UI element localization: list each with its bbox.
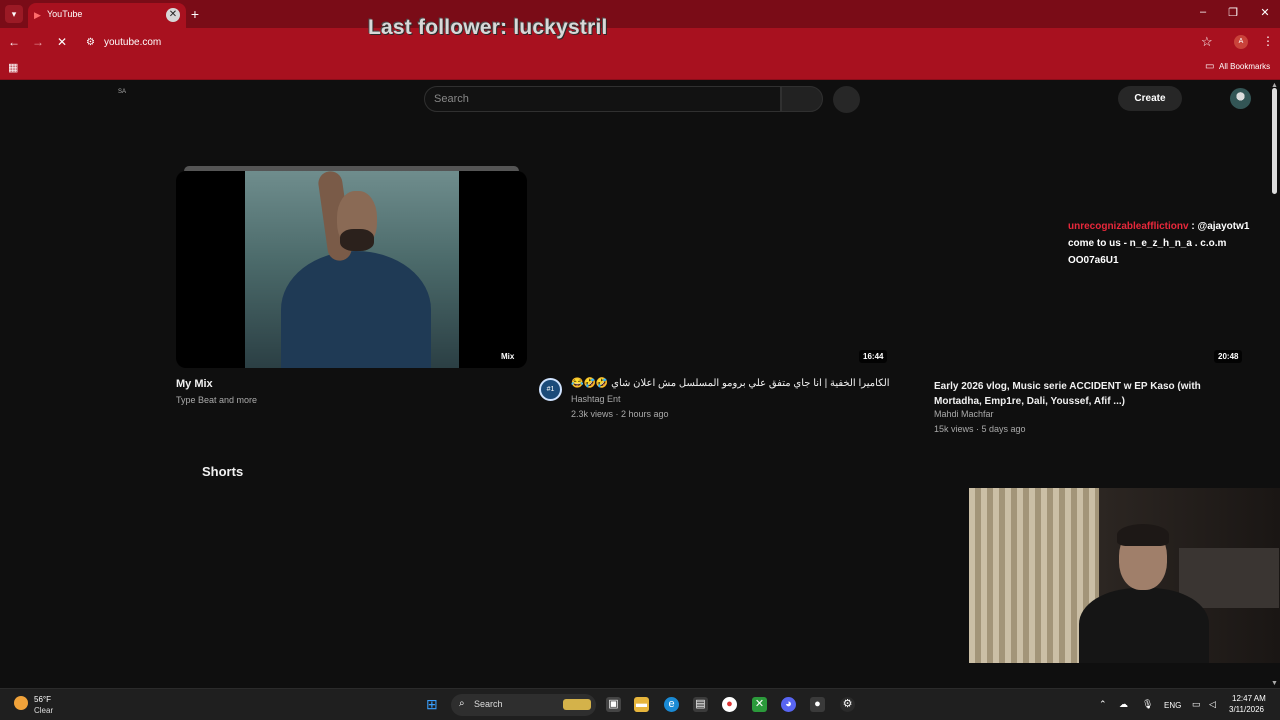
cam-body <box>1079 588 1209 663</box>
account-avatar[interactable] <box>1230 88 1251 109</box>
close-tab-icon[interactable]: ✕ <box>166 8 180 22</box>
minimize-icon[interactable]: – <box>1196 6 1210 18</box>
cam-hair <box>1117 524 1169 546</box>
mix-badge: Mix <box>497 350 519 363</box>
windows-taskbar: 56°F Clear ⊞ ⌕ Search ▣ ▬ e ▤ ● ✕ ◕ ● ⚙ … <box>0 688 1280 720</box>
video-thumbnail-2[interactable]: 16:44 <box>539 171 890 368</box>
video-subtitle: Type Beat and more <box>176 395 258 405</box>
microphone-icon[interactable]: 🎙 <box>1142 699 1153 710</box>
chrome-active-icon[interactable]: ● <box>810 697 825 712</box>
stop-loading-icon[interactable]: ✕ <box>55 35 69 49</box>
thumbnail-photo <box>245 171 459 368</box>
tray-chevron-icon[interactable]: ⌃ <box>1099 699 1107 710</box>
windows-start-icon[interactable]: ⊞ <box>426 697 441 712</box>
chat-text-3: OO07a6U1 <box>1068 255 1119 266</box>
site-info-icon[interactable]: ⚙ <box>86 37 95 48</box>
tab-youtube[interactable]: ▶ YouTube ✕ <box>28 3 186 28</box>
scrollbar-thumb[interactable] <box>1272 88 1277 194</box>
clock-date[interactable]: 3/11/2026 <box>1229 705 1264 714</box>
create-button[interactable]: Create <box>1118 86 1182 111</box>
video-thumbnail-3[interactable]: 20:48 <box>934 171 1254 368</box>
voice-search-icon[interactable] <box>833 86 860 113</box>
search-icon: ⌕ <box>459 698 465 709</box>
photo-beard <box>340 229 374 251</box>
video-meta: 15k views · 5 days ago <box>934 424 1026 434</box>
task-view-icon[interactable]: ▣ <box>606 697 621 712</box>
bookmark-star-icon[interactable]: ☆ <box>1201 34 1213 50</box>
chat-username: unrecognizableafflictionv <box>1068 221 1189 232</box>
duration-badge: 16:44 <box>859 350 888 363</box>
file-explorer-icon[interactable]: ▬ <box>634 697 649 712</box>
chat-text-2: come to us - n_e_z_h_n_a . c.o.m <box>1068 238 1227 249</box>
address-bar[interactable] <box>78 31 1228 53</box>
weather-condition[interactable]: Clear <box>34 706 53 715</box>
channel-avatar[interactable]: #1 <box>539 378 562 401</box>
search-highlight-art <box>563 699 591 710</box>
screen: ▾ ▶ YouTube ✕ + – ❐ ✕ ← → ✕ ⚙ youtube.co… <box>0 0 1280 720</box>
duration-badge: 20:48 <box>1214 350 1243 363</box>
tab-title: YouTube <box>47 9 83 19</box>
search-button[interactable] <box>781 86 823 112</box>
clock-time[interactable]: 12:47 AM <box>1232 694 1266 703</box>
weather-icon[interactable] <box>14 696 28 710</box>
close-window-icon[interactable]: ✕ <box>1258 6 1272 19</box>
last-follower-overlay: Last follower: luckystril <box>368 16 608 39</box>
weather-temp[interactable]: 56°F <box>34 695 51 704</box>
store-icon[interactable]: ▤ <box>693 697 708 712</box>
video-meta: 2.3k views · 2 hours ago <box>571 409 669 419</box>
video-title[interactable]: Early 2026 vlog, Music serie ACCIDENT w … <box>934 379 1234 409</box>
profile-avatar-icon[interactable]: A <box>1234 35 1248 49</box>
url-text[interactable]: youtube.com <box>104 37 161 48</box>
back-icon[interactable]: ← <box>7 35 21 49</box>
settings-app-icon[interactable]: ⚙ <box>840 697 855 712</box>
video-thumbnail-mix[interactable]: Mix <box>176 171 527 368</box>
all-bookmarks-link[interactable]: All Bookmarks <box>1219 62 1270 71</box>
youtube-favicon-icon: ▶ <box>34 10 41 20</box>
edge-icon[interactable]: e <box>664 697 679 712</box>
country-code: SA <box>118 89 127 95</box>
webcam-overlay <box>969 488 1280 663</box>
taskbar-search[interactable]: ⌕ Search <box>451 694 596 716</box>
language-indicator[interactable]: ENG <box>1164 701 1181 710</box>
photo-body <box>281 251 431 368</box>
xbox-icon[interactable]: ✕ <box>752 697 767 712</box>
taskbar-search-label: Search <box>474 699 503 709</box>
restore-icon[interactable]: ❐ <box>1226 6 1240 19</box>
browser-tabstrip: ▾ ▶ YouTube ✕ + – ❐ ✕ <box>0 0 1280 28</box>
bookmarks-bar: ▦ ▭ <box>0 56 1280 80</box>
scroll-down-icon[interactable]: ▼ <box>1271 680 1278 687</box>
discord-icon[interactable]: ◕ <box>781 697 796 712</box>
network-icon[interactable]: ▭ <box>1192 699 1201 710</box>
channel-name[interactable]: Hashtag Ent <box>571 394 621 404</box>
search-input[interactable] <box>424 86 781 112</box>
chat-text-1: : @ajayotw1 <box>1191 221 1250 232</box>
video-title[interactable]: My Mix <box>176 378 213 390</box>
tab-search-chevron-icon[interactable]: ▾ <box>5 5 23 23</box>
cloud-icon[interactable]: ☁ <box>1119 699 1128 710</box>
shorts-heading: Shorts <box>202 464 244 479</box>
new-tab-icon[interactable]: + <box>188 6 202 22</box>
folder-icon: ▭ <box>1205 61 1215 72</box>
chrome-icon[interactable]: ● <box>722 697 737 712</box>
stream-chat-message: unrecognizableafflictionv : @ajayotw1 co… <box>1068 218 1276 269</box>
search-placeholder: Search <box>434 93 469 105</box>
menu-kebab-icon[interactable]: ⋮ <box>1262 34 1274 48</box>
apps-grid-icon[interactable]: ▦ <box>8 61 18 74</box>
volume-icon[interactable]: ◁ <box>1209 699 1216 710</box>
video-title[interactable]: الكاميرا الخفية | انا جاي متفق علي برومو… <box>571 378 890 389</box>
channel-name[interactable]: Mahdi Machfar <box>934 409 994 419</box>
forward-icon[interactable]: → <box>31 35 45 49</box>
